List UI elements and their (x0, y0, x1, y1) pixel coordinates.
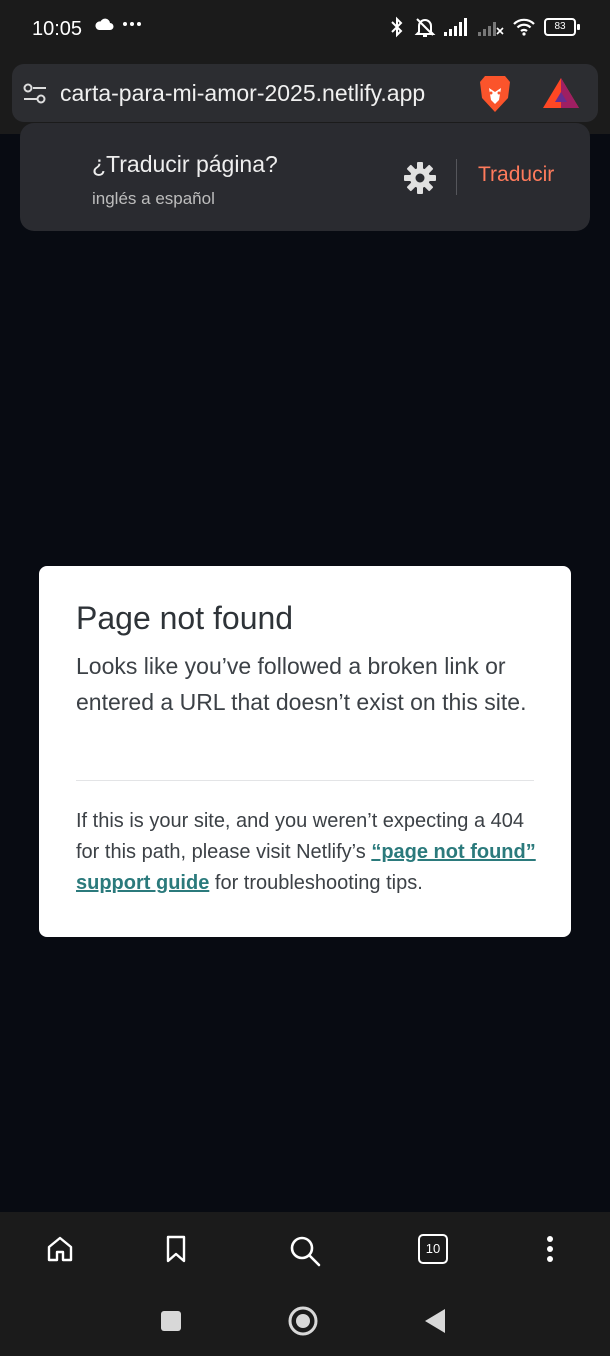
divider (76, 780, 534, 781)
recents-icon[interactable] (160, 1310, 182, 1332)
brave-rewards-icon[interactable] (541, 76, 581, 110)
signal-icon (444, 18, 467, 36)
gear-icon[interactable] (403, 161, 437, 195)
site-settings-icon[interactable] (22, 82, 48, 106)
signal-no-data-icon (478, 22, 504, 36)
search-icon[interactable] (288, 1234, 322, 1268)
brave-shields-icon[interactable] (477, 74, 513, 114)
error-description: Looks like you’ve followed a broken link… (76, 653, 527, 715)
bookmark-icon[interactable] (163, 1234, 189, 1264)
system-nav-bar (0, 1290, 610, 1356)
back-icon[interactable] (424, 1308, 446, 1334)
translate-button[interactable]: Traducir (478, 163, 554, 187)
address-bar[interactable]: carta-para-mi-amor-2025.netlify.app (12, 64, 598, 122)
more-dots-icon (123, 22, 141, 26)
page-not-found-card: Page not found Looks like you’ve followe… (39, 566, 571, 937)
bluetooth-icon (391, 16, 403, 38)
translate-language-pair: inglés a español (92, 189, 215, 208)
status-left-icons (94, 17, 142, 31)
menu-icon[interactable] (540, 1234, 560, 1264)
cloud-icon (95, 18, 114, 30)
url-text[interactable]: carta-para-mi-amor-2025.netlify.app (60, 80, 425, 107)
status-time: 10:05 (32, 18, 83, 40)
tabs-icon[interactable]: 10 (418, 1234, 448, 1264)
bell-off-icon (414, 18, 436, 37)
help-text-after: for troubleshooting tips. (209, 872, 423, 894)
bottom-toolbar: 10 (0, 1212, 610, 1290)
status-bar: 10:05 83 (0, 0, 610, 60)
home-icon[interactable] (45, 1234, 75, 1264)
translate-prompt: ¿Traducir página? inglés a español Tradu… (20, 123, 590, 231)
battery-indicator: 83 (544, 18, 580, 36)
wifi-icon (513, 18, 535, 36)
home-circle-icon[interactable] (287, 1305, 319, 1337)
translate-title: ¿Traducir página? (92, 151, 278, 177)
page-title: Page not found (76, 600, 294, 636)
status-right-icons: 83 (388, 16, 580, 38)
help-text: If this is your site, and you weren’t ex… (76, 806, 538, 899)
divider (456, 159, 457, 195)
